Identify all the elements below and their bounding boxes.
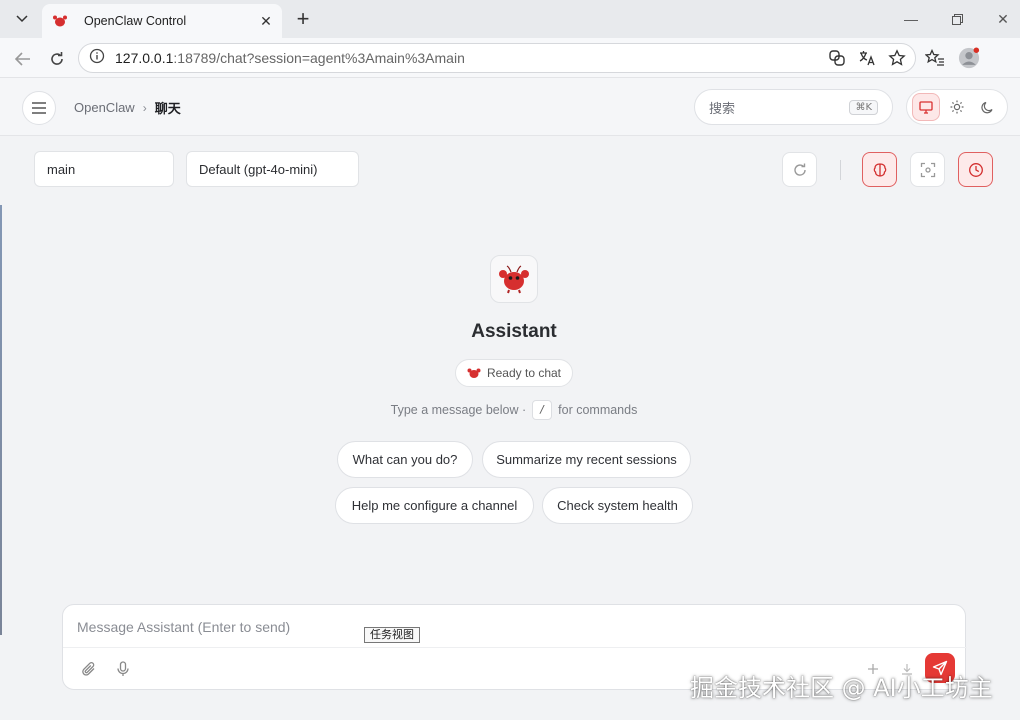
- microphone-icon[interactable]: [113, 659, 133, 679]
- hamburger-icon: [32, 102, 46, 114]
- hint-prefix: Type a message below ·: [390, 403, 527, 417]
- hint-suffix: for commands: [558, 403, 638, 417]
- paperclip-icon[interactable]: [79, 659, 99, 679]
- composer-divider: [63, 647, 967, 648]
- refresh-button[interactable]: [782, 152, 817, 187]
- suggestion-chip[interactable]: Check system health: [542, 487, 693, 524]
- focus-mode-button[interactable]: [910, 152, 945, 187]
- window-edge-decoration: [0, 205, 2, 635]
- toolbar-divider: [840, 160, 841, 180]
- favorites-list-icon[interactable]: [924, 47, 946, 69]
- history-button[interactable]: [958, 152, 993, 187]
- site-info-icon[interactable]: [89, 48, 105, 69]
- lobster-icon: [467, 368, 481, 378]
- search-shortcut-badge: ⌘K: [849, 99, 878, 115]
- thinking-toggle-button[interactable]: [862, 152, 897, 187]
- breadcrumb-root[interactable]: OpenClaw: [74, 100, 135, 115]
- brain-icon: [873, 162, 886, 177]
- back-arrow-icon[interactable]: [10, 46, 36, 72]
- focus-icon: [920, 162, 935, 177]
- assistant-avatar: [490, 255, 538, 303]
- model-select-value: Default (gpt-4o-mini): [199, 161, 318, 177]
- minimize-icon[interactable]: —: [896, 6, 926, 32]
- url-path: :18789/chat?session=agent%3Amain%3Amain: [173, 50, 465, 66]
- app-main: OpenClaw › 聊天 搜索 ⌘K main Default (gpt-4o…: [0, 78, 1020, 720]
- address-bar-row: 127.0.0.1:18789/chat?session=agent%3Amai…: [0, 38, 1020, 78]
- suggestion-chip[interactable]: Help me configure a channel: [335, 487, 534, 524]
- lobster-icon: [52, 13, 68, 29]
- breadcrumb: OpenClaw › 聊天: [74, 98, 181, 117]
- search-input[interactable]: 搜索 ⌘K: [694, 89, 893, 125]
- app-header: OpenClaw › 聊天 搜索 ⌘K: [0, 78, 1020, 136]
- message-input[interactable]: Message Assistant (Enter to send): [77, 619, 290, 635]
- chevron-down-icon: [16, 15, 28, 23]
- translate-icon[interactable]: [857, 48, 877, 68]
- monitor-icon[interactable]: [912, 93, 941, 121]
- new-tab-button[interactable]: +: [290, 6, 316, 32]
- reload-icon[interactable]: [44, 46, 70, 72]
- search-placeholder: 搜索: [709, 100, 736, 116]
- suggestion-chip[interactable]: Summarize my recent sessions: [482, 441, 691, 478]
- agent-select-value: main: [47, 161, 76, 177]
- clock-icon: [968, 162, 983, 177]
- breadcrumb-separator: ›: [142, 100, 147, 115]
- breadcrumb-current: 聊天: [154, 101, 181, 116]
- model-select[interactable]: Default (gpt-4o-mini): [186, 151, 359, 187]
- watermark-text: 掘金技术社区 @ AI小工坊主: [690, 674, 993, 702]
- assistant-name: Assistant: [471, 321, 557, 342]
- close-icon[interactable]: ✕: [256, 11, 276, 31]
- agent-select[interactable]: main: [34, 151, 174, 187]
- url-host: 127.0.0.1: [115, 50, 174, 66]
- tab-title: OpenClaw Control: [84, 14, 187, 28]
- sun-icon[interactable]: [943, 93, 971, 121]
- address-field[interactable]: 127.0.0.1:18789/chat?session=agent%3Amai…: [78, 43, 916, 73]
- menu-button[interactable]: [22, 91, 56, 125]
- moon-icon[interactable]: [974, 93, 1002, 121]
- lobster-icon: [499, 265, 529, 294]
- window-close-icon[interactable]: ✕: [988, 6, 1018, 32]
- url-text: 127.0.0.1:18789/chat?session=agent%3Amai…: [115, 50, 465, 66]
- hint-key: /: [532, 400, 553, 420]
- copilot-icon[interactable]: [827, 48, 847, 68]
- refresh-icon: [793, 163, 806, 176]
- suggestion-chip[interactable]: What can you do?: [337, 441, 473, 478]
- status-badge: Ready to chat: [455, 359, 573, 387]
- command-hint: Type a message below · / for commands: [0, 400, 1020, 420]
- tab-list-button[interactable]: [8, 6, 36, 32]
- taskbar-tooltip: 任务视图: [364, 627, 420, 643]
- favorite-star-icon[interactable]: [887, 48, 907, 68]
- browser-tabstrip: OpenClaw Control ✕ + — ✕: [0, 0, 1020, 38]
- profile-avatar-icon[interactable]: [958, 47, 980, 69]
- theme-switcher: [906, 89, 1008, 125]
- restore-icon[interactable]: [942, 6, 972, 32]
- browser-tab-active[interactable]: OpenClaw Control ✕: [42, 4, 282, 38]
- status-text: Ready to chat: [486, 366, 562, 380]
